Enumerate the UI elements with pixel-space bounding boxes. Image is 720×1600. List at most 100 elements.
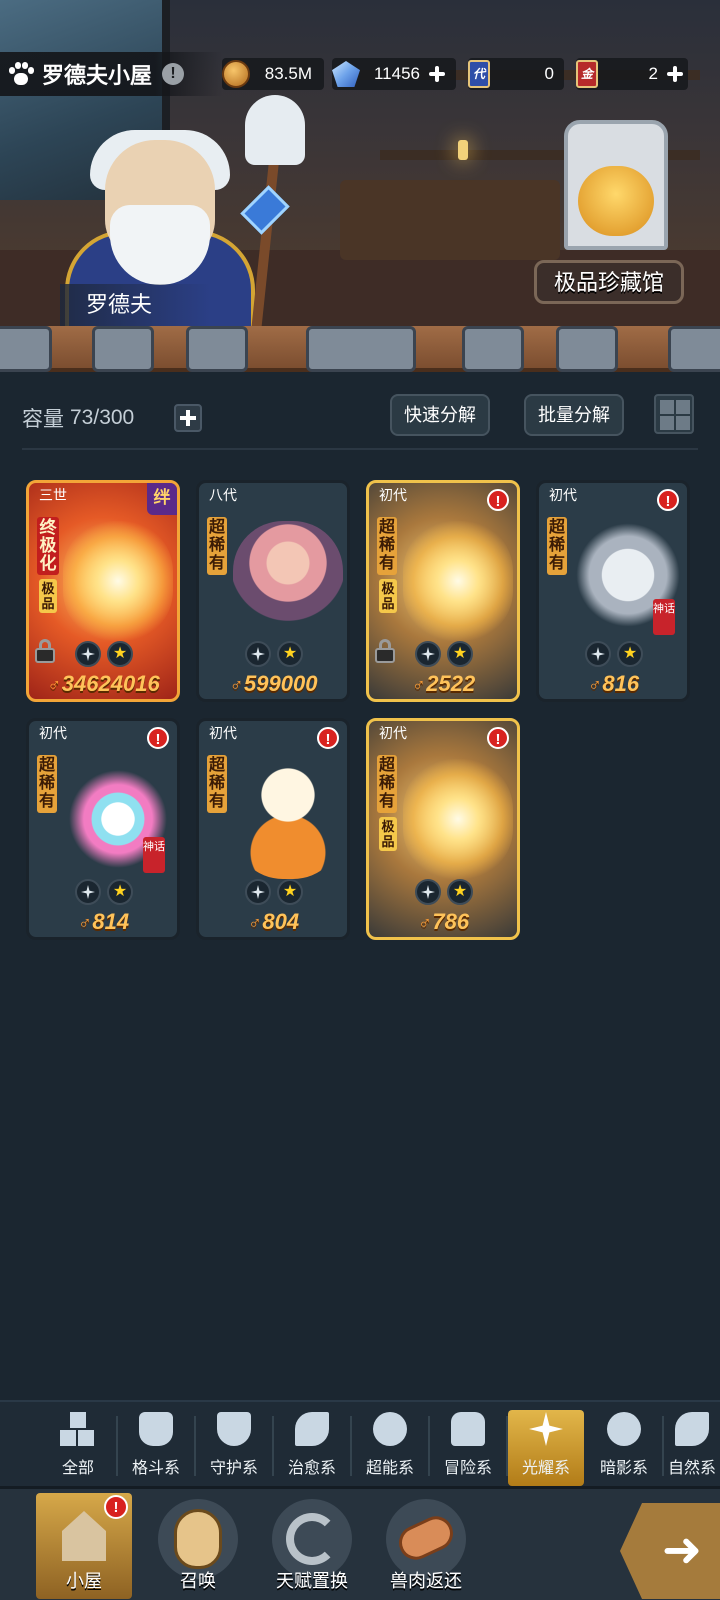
alert-icon: ! <box>317 727 339 749</box>
capacity-label: 容量 <box>22 408 64 431</box>
tab-fighting[interactable]: 格斗系 <box>118 1410 196 1486</box>
pet-card[interactable]: 初代 ! 超稀有 神话 816 <box>536 480 690 702</box>
arrow-icon: ➜ <box>661 1524 703 1577</box>
pet-card[interactable]: 三世 绊 终极化 极品 34624016 <box>26 480 180 702</box>
shield-icon <box>217 1412 251 1446</box>
tab-label: 守护系 <box>209 1460 258 1477</box>
expand-capacity-button[interactable] <box>174 404 202 432</box>
pet-power: 804 <box>199 909 347 935</box>
tab-radiance[interactable]: 光耀系 <box>508 1410 584 1486</box>
divider <box>22 448 698 450</box>
rarity-label: 超稀有 <box>37 755 57 813</box>
tab-label: 超能系 <box>365 1460 414 1477</box>
pet-card[interactable]: 八代 超稀有 599000 <box>196 480 350 702</box>
pet-card[interactable]: 初代 ! 超稀有 极品 786 <box>366 718 520 940</box>
star-attribute-icon <box>277 641 303 667</box>
pet-portrait <box>403 759 513 879</box>
pet-card[interactable]: 初代 ! 超稀有 804 <box>196 718 350 940</box>
nav-summon[interactable]: 召唤 <box>150 1493 246 1599</box>
rail-cap <box>556 326 618 372</box>
pet-card[interactable]: 初代 ! 超稀有 神话 814 <box>26 718 180 940</box>
tab-all[interactable]: 全部 <box>40 1410 118 1486</box>
grade-label: 极品 <box>379 817 397 851</box>
info-icon[interactable]: ! <box>162 63 185 85</box>
tab-nature[interactable]: 自然系 <box>664 1410 720 1486</box>
pet-power: 34624016 <box>29 671 177 697</box>
tab-label: 格斗系 <box>131 1460 180 1477</box>
star-attribute-icon <box>277 879 303 905</box>
tab-healing[interactable]: 治愈系 <box>274 1410 352 1486</box>
ticket-counter: 代 0 <box>468 58 564 90</box>
rarity-label: 超稀有 <box>207 755 227 813</box>
star-attribute-icon <box>107 879 133 905</box>
nav-meat-return[interactable]: 兽肉返还 <box>378 1493 474 1599</box>
rail-cap <box>668 326 720 372</box>
house-name: 罗德夫小屋 <box>42 63 153 88</box>
coin-value: 83.5M <box>264 64 312 83</box>
fist-icon <box>139 1412 173 1446</box>
rail-cap <box>186 326 248 372</box>
light-attribute-icon <box>75 641 101 667</box>
tab-label: 全部 <box>61 1460 94 1477</box>
rarity-label: 超稀有 <box>377 755 397 813</box>
pet-card[interactable]: 初代 ! 超稀有 极品 2522 <box>366 480 520 702</box>
tab-guardian[interactable]: 守护系 <box>196 1410 274 1486</box>
rarity-label: 终极化 <box>37 517 59 575</box>
tab-label: 暗影系 <box>599 1460 648 1477</box>
rarity-label: 超稀有 <box>377 517 397 575</box>
coin-icon <box>222 60 250 88</box>
lock-icon[interactable] <box>375 639 395 663</box>
meat-icon <box>393 1510 459 1566</box>
tab-psychic[interactable]: 超能系 <box>352 1410 430 1486</box>
light-attribute-icon <box>415 641 441 667</box>
vault-throne[interactable] <box>556 120 676 270</box>
alien-icon <box>373 1412 407 1446</box>
pet-power: 816 <box>539 671 687 697</box>
add-gold-card-button[interactable] <box>664 63 686 85</box>
go-button[interactable]: ➜ <box>620 1503 720 1599</box>
capacity: 容量 73/300 <box>22 398 202 438</box>
nav-house[interactable]: ! 小屋 <box>36 1493 132 1599</box>
tab-shadow[interactable]: 暗影系 <box>586 1410 664 1486</box>
plank-rail <box>0 326 720 372</box>
quick-decompose-button[interactable]: 快速分解 <box>390 394 490 436</box>
generation-label: 初代 <box>549 487 577 503</box>
vault-button[interactable]: 极品珍藏馆 <box>534 260 684 304</box>
rail-cap <box>462 326 524 372</box>
generation-label: 三世 <box>39 487 67 503</box>
star-attribute-icon <box>447 641 473 667</box>
batch-decompose-button[interactable]: 批量分解 <box>524 394 624 436</box>
scene-desk <box>340 180 560 260</box>
light-attribute-icon <box>75 879 101 905</box>
house-icon <box>62 1511 106 1561</box>
coin-counter: 83.5M <box>222 58 324 90</box>
sparkle-icon <box>529 1412 563 1446</box>
lantern-icon <box>451 1412 485 1446</box>
pet-portrait <box>233 521 343 641</box>
leaf-icon <box>675 1412 709 1446</box>
generation-label: 初代 <box>379 725 407 741</box>
diamond-value: 11456 <box>373 64 420 83</box>
candle-icon <box>458 140 468 160</box>
alert-icon: ! <box>147 727 169 749</box>
pet-power: 814 <box>29 909 177 935</box>
grade-label: 极品 <box>39 579 57 613</box>
diamond-counter: 11456 <box>332 58 456 90</box>
top-bar: 罗德夫小屋 ! 83.5M 11456 代 0 金 2 <box>0 52 720 96</box>
lock-icon[interactable] <box>35 639 55 663</box>
myth-badge: 神话 <box>653 599 675 635</box>
house-title: 罗德夫小屋 ! <box>0 52 222 96</box>
add-diamond-button[interactable] <box>426 63 448 85</box>
star-attribute-icon <box>447 879 473 905</box>
diamond-icon <box>332 61 360 87</box>
tab-label: 光耀系 <box>521 1460 570 1477</box>
bottom-nav: ! 小屋 召唤 天赋置换 兽肉返还 ➜ <box>0 1486 720 1600</box>
myth-badge: 神话 <box>143 837 165 873</box>
nav-talent-swap[interactable]: 天赋置换 <box>264 1493 360 1599</box>
grid-view-toggle[interactable] <box>654 394 694 434</box>
pet-portrait <box>63 521 173 641</box>
light-attribute-icon <box>585 641 611 667</box>
tab-adventure[interactable]: 冒险系 <box>430 1410 508 1486</box>
capacity-value: 73/300 <box>70 406 135 429</box>
tab-label: 冒险系 <box>443 1460 492 1477</box>
